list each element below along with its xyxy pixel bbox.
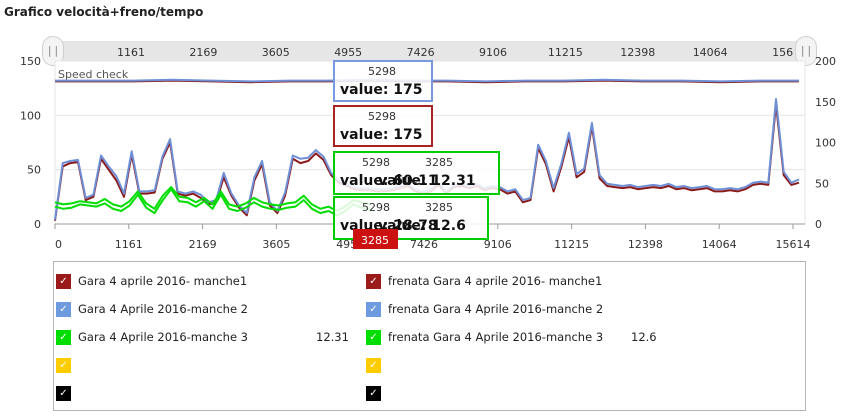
tooltip-value: value: 175 — [340, 127, 423, 143]
legend-label: frenata Gara 4 Aprile 2016-manche 3 — [388, 330, 604, 344]
y-right-tick-label: 100 — [815, 137, 836, 150]
tooltip-header-secondary: 3285 — [425, 201, 453, 214]
checkmark-icon[interactable]: ✓ — [56, 302, 71, 317]
y-right-tick-label: 0 — [815, 218, 822, 231]
tooltip-header: 5298 — [368, 110, 396, 123]
x-tick-label: 2169 — [189, 238, 217, 251]
navigator-tick-label: 12398 — [620, 46, 655, 59]
navigator-tick-label: 3605 — [262, 46, 290, 59]
navigator-tick-label: 1161 — [117, 46, 145, 59]
tooltip-value-overlay: value: 12.31 — [378, 173, 476, 189]
legend-label: Gara 4 Aprile 2016-manche 3 — [78, 330, 248, 344]
x-tick-label: 15614 — [776, 238, 811, 251]
legend-label: frenata Gara 4 aprile 2016- manche1 — [388, 274, 603, 288]
y-left-tick-label: 50 — [27, 164, 41, 177]
x-tick-label: 3605 — [262, 238, 290, 251]
navigator-tick-label: 2169 — [189, 46, 217, 59]
y-right-tick-label: 150 — [815, 96, 836, 109]
checkmark-icon[interactable]: ✓ — [366, 302, 381, 317]
tooltip-header: 5298 — [362, 201, 390, 214]
checkmark-icon[interactable]: ✓ — [366, 274, 381, 289]
y-right-tick-label: 50 — [815, 177, 829, 190]
checkmark-icon[interactable]: ✓ — [56, 358, 71, 373]
speed-check-label: Speed check — [58, 68, 129, 81]
navigator-tick-label: 9106 — [479, 46, 507, 59]
checkmark-icon[interactable]: ✓ — [366, 386, 381, 401]
legend-value: 12.31 — [316, 330, 349, 344]
x-tick-label: 14064 — [702, 238, 737, 251]
x-tick-label: 12398 — [628, 238, 663, 251]
tooltip-header: 5298 — [362, 156, 390, 169]
checkmark-icon[interactable]: ✓ — [56, 386, 71, 401]
checkmark-icon[interactable]: ✓ — [366, 330, 381, 345]
legend-label: frenata Gara 4 Aprile 2016-manche 2 — [388, 302, 604, 316]
x-tick-label: 0 — [55, 238, 62, 251]
y-right-tick-label: 200 — [815, 55, 836, 68]
navigator-tick-label: 11215 — [548, 46, 583, 59]
x-tick-label: 1161 — [115, 238, 143, 251]
tooltip-value: value: 175 — [340, 82, 423, 98]
navigator-tick-label: 156 — [772, 46, 793, 59]
cursor-x-label: 3285 — [361, 234, 389, 247]
checkmark-icon[interactable]: ✓ — [366, 358, 381, 373]
y-left-tick-label: 100 — [20, 109, 41, 122]
checkmark-icon[interactable]: ✓ — [56, 330, 71, 345]
checkmark-icon[interactable]: ✓ — [56, 274, 71, 289]
legend-label: Gara 4 aprile 2016- manche1 — [78, 274, 248, 288]
legend-label: Gara 4 Aprile 2016-manche 2 — [78, 302, 248, 316]
navigator-tick-label: 14064 — [693, 46, 728, 59]
legend-value: 12.6 — [631, 330, 657, 344]
navigator-tick-label: 7426 — [407, 46, 435, 59]
tooltip-header-secondary: 3285 — [425, 156, 453, 169]
x-tick-label: 11215 — [554, 238, 589, 251]
legend: ✓ Gara 4 aprile 2016- manche1 ✓ Gara 4 Apri… — [53, 261, 806, 411]
line-chart: 0 50 100 150 0 50 100 150 200 0 1161 2169 3605 4955 74… — [20, 46, 836, 251]
navigator-tick-label: 4955 — [334, 46, 362, 59]
y-left-tick-label: 150 — [20, 55, 41, 68]
tooltip-header: 5298 — [368, 65, 396, 78]
y-left-tick-label: 0 — [34, 218, 41, 231]
